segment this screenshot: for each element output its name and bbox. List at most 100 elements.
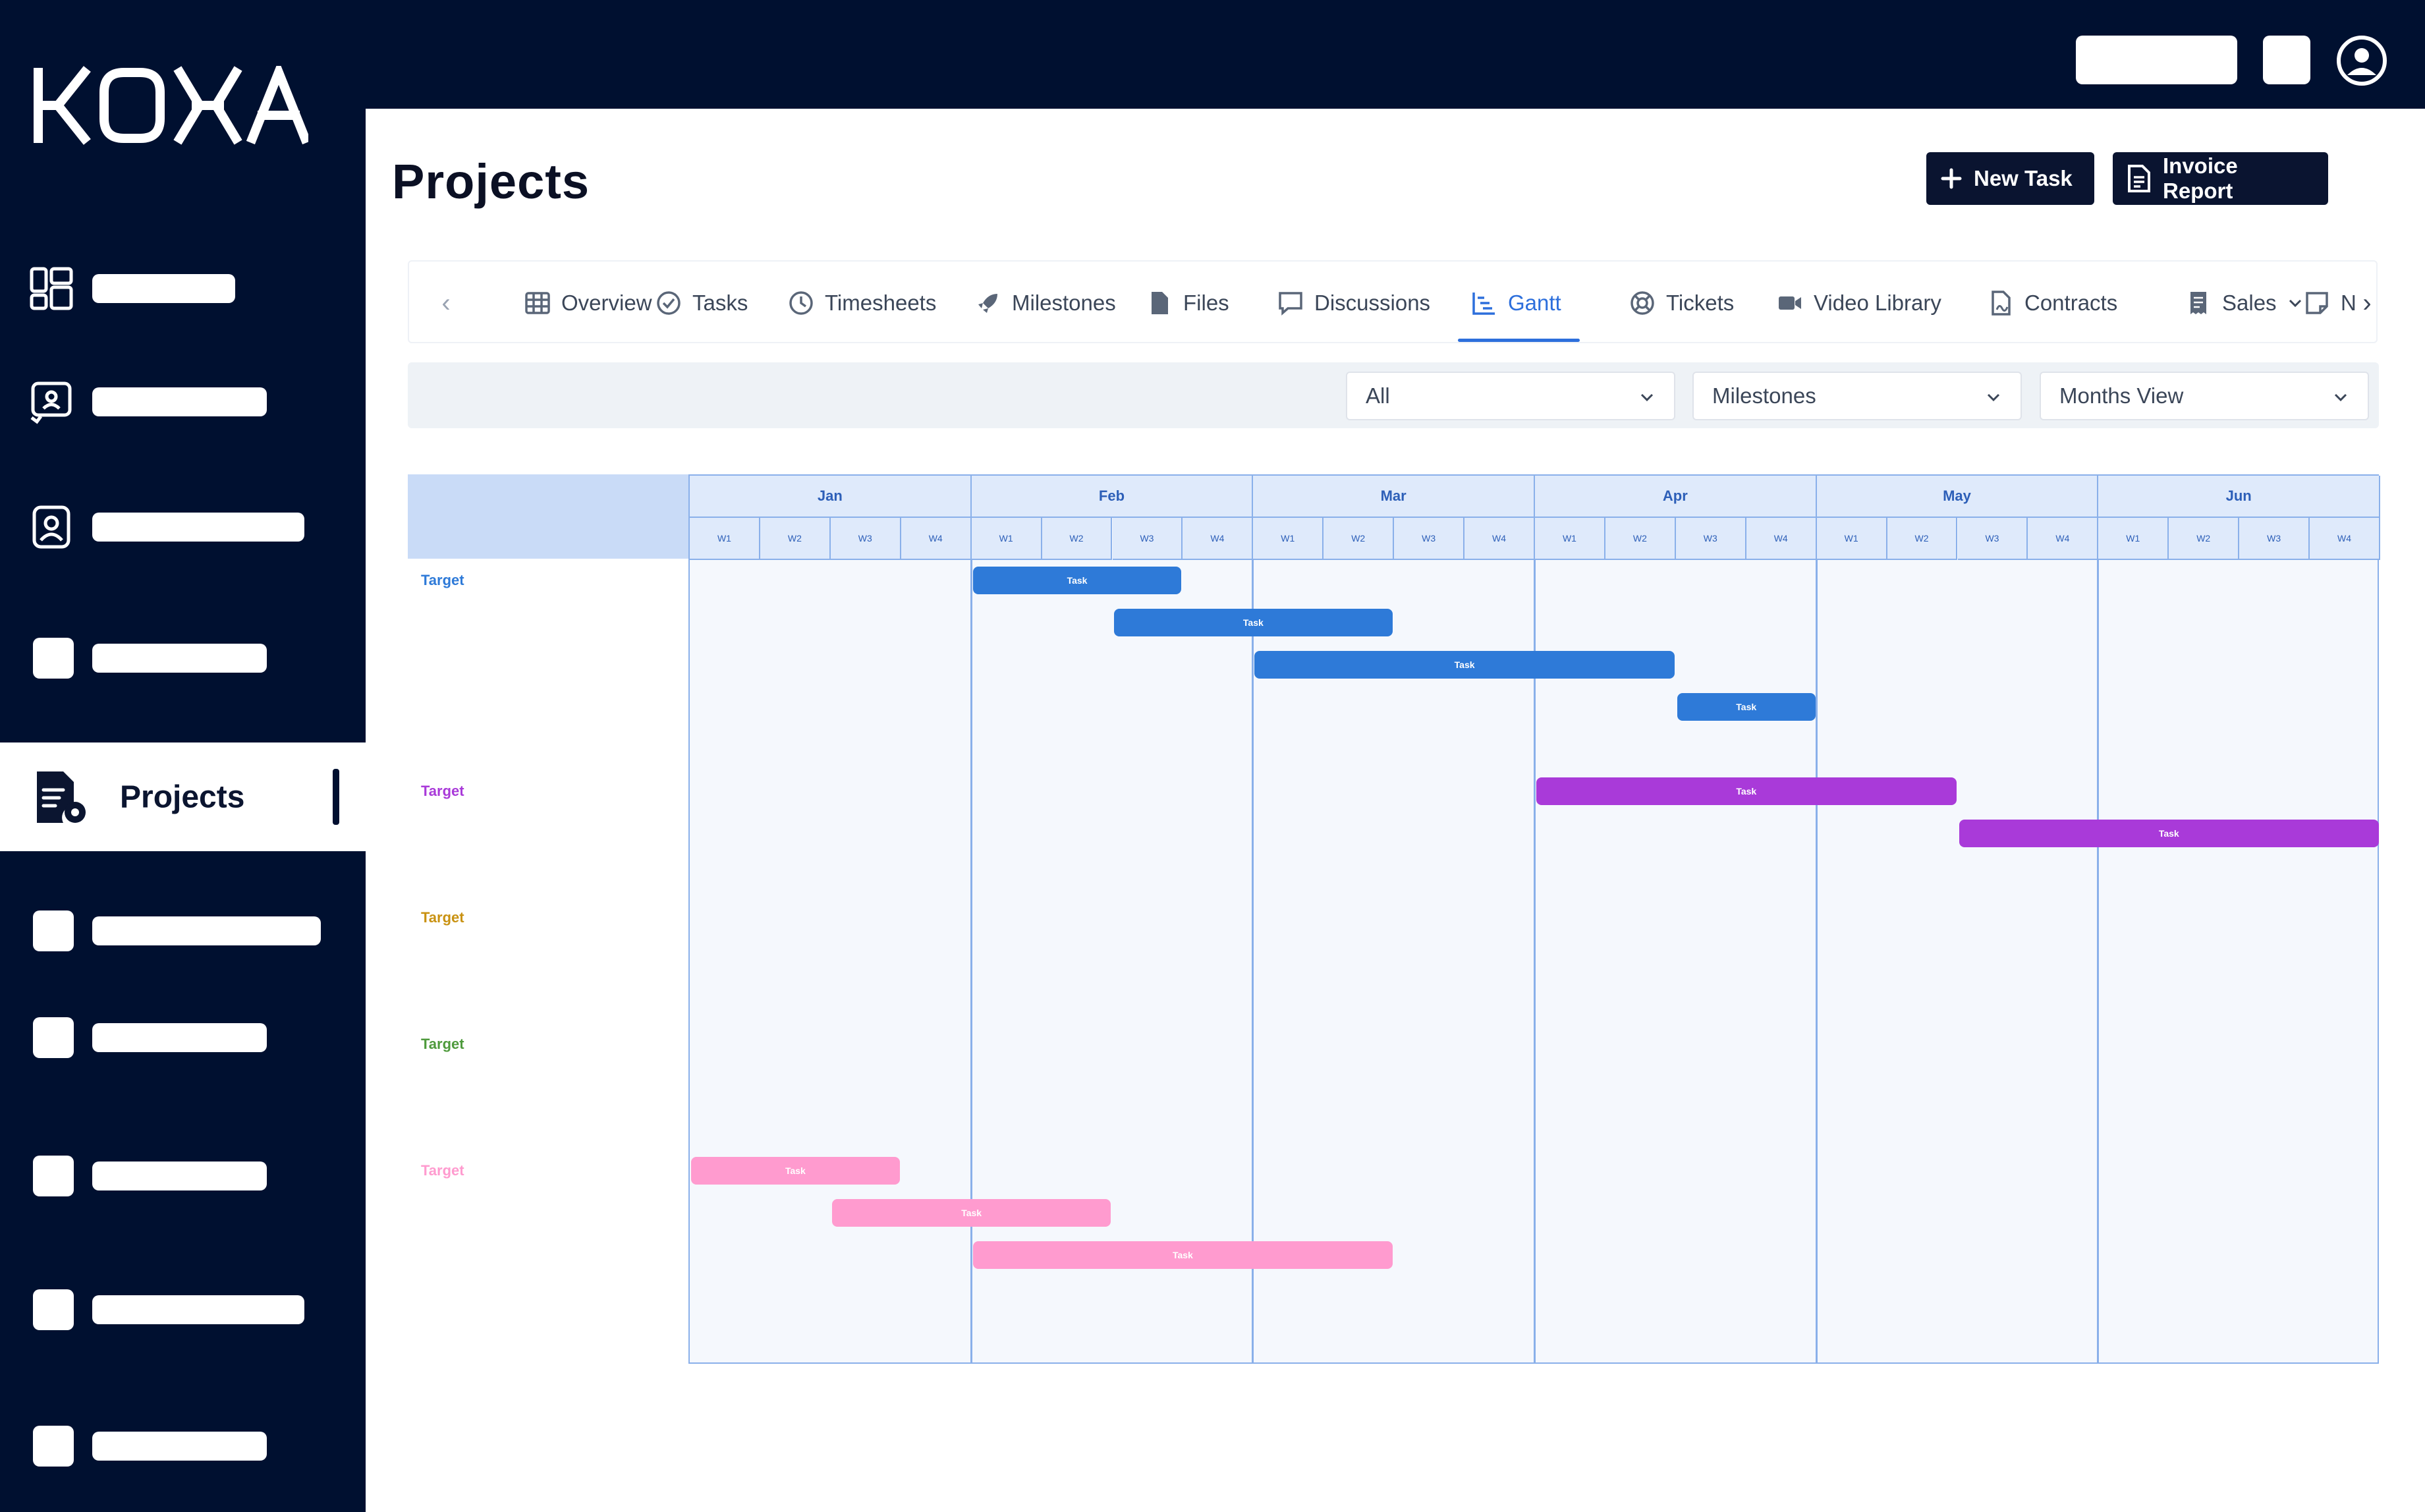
lifebuoy-icon <box>1631 291 1654 315</box>
tab-timesheets[interactable]: Timesheets <box>788 262 936 345</box>
gantt-week-header: W4 <box>901 518 972 560</box>
top-action-placeholder[interactable] <box>2076 36 2237 84</box>
tab-label: Tasks <box>692 291 748 315</box>
tab-milestones[interactable]: Milestones <box>975 262 1116 345</box>
sidebar-item-label-placeholder <box>92 916 321 945</box>
invoice-report-button[interactable]: Invoice Report <box>2113 152 2328 205</box>
gantt-month-header: May <box>1816 476 2099 518</box>
sidebar-item-label: Projects <box>120 779 245 814</box>
tab-tickets[interactable]: Tickets <box>1629 262 1734 345</box>
gantt-week-header: W3 <box>1394 518 1465 560</box>
top-square-button[interactable] <box>2263 36 2310 84</box>
top-bar <box>366 0 2425 109</box>
tabs-scroll-left-icon[interactable]: ‹ <box>433 287 459 320</box>
gantt-week-header: W2 <box>2169 518 2240 560</box>
sidebar-item-users-sync[interactable] <box>0 352 366 451</box>
tab-notes[interactable]: N <box>2304 262 2356 345</box>
sidebar-item-icon-placeholder <box>33 910 74 951</box>
sidebar-item-icon-placeholder <box>33 1156 74 1196</box>
file-icon <box>1152 292 1168 314</box>
gantt-week-header: W3 <box>1957 518 2028 560</box>
project-document-gear-icon <box>37 771 86 823</box>
tab-label: Milestones <box>1012 291 1116 315</box>
document-icon <box>2128 165 2150 192</box>
tab-files[interactable]: Files <box>1146 262 1229 345</box>
dashboard-grid-icon <box>30 267 73 310</box>
tab-video-library[interactable]: Video Library <box>1777 262 1941 345</box>
gantt-group-label: Target <box>421 1036 464 1052</box>
sidebar-item-generic[interactable] <box>0 882 366 980</box>
gantt-week-header: W4 <box>2310 518 2380 560</box>
gantt-week-header: W1 <box>690 518 760 560</box>
sidebar-item-label-placeholder <box>92 1295 304 1324</box>
gantt-month-divider <box>1815 560 1818 1362</box>
gantt-task-bar[interactable]: Task <box>972 567 1182 594</box>
gantt-week-header: W3 <box>2239 518 2310 560</box>
tab-label: Timesheets <box>825 291 937 315</box>
gantt-task-bar[interactable]: Task <box>1113 609 1393 636</box>
sidebar-item-generic[interactable] <box>0 1127 366 1225</box>
chevron-down-icon <box>2334 393 2347 402</box>
gantt-week-header: W2 <box>1042 518 1113 560</box>
scope-select[interactable]: All <box>1346 372 1675 420</box>
tabs-scroll-right-icon[interactable]: › <box>2354 287 2380 320</box>
active-indicator <box>333 769 339 825</box>
tab-discussions[interactable]: Discussions <box>1277 262 1430 345</box>
gantt-week-header: W2 <box>1887 518 1958 560</box>
view-select[interactable]: Months View <box>2040 372 2369 420</box>
sidebar-item-label-placeholder <box>92 513 304 542</box>
user-sync-icon <box>30 381 72 424</box>
gantt-week-header: W4 <box>1746 518 1817 560</box>
gantt-week-header: W4 <box>1183 518 1254 560</box>
sidebar-item-label-placeholder <box>92 1023 267 1052</box>
tab-contracts[interactable]: Contracts <box>1988 262 2117 345</box>
gantt-chart-icon <box>1472 293 1495 315</box>
sidebar-item-generic[interactable] <box>0 988 366 1087</box>
video-icon <box>1779 296 1801 310</box>
sidebar-item-icon-placeholder <box>33 1017 74 1058</box>
tab-tasks[interactable]: Tasks <box>655 262 748 345</box>
gantt-week-header: W1 <box>2098 518 2169 560</box>
gantt-group-label: Target <box>421 1162 464 1179</box>
gantt-week-header: W4 <box>2028 518 2099 560</box>
gantt-task-bar[interactable]: Task <box>972 1241 1393 1269</box>
gantt-task-bar[interactable]: Task <box>1254 651 1675 679</box>
type-select[interactable]: Milestones <box>1692 372 2022 420</box>
sidebar-item-contacts[interactable] <box>0 478 366 576</box>
sidebar-item-generic[interactable] <box>0 1397 366 1496</box>
sidebar-item-generic[interactable] <box>0 1260 366 1359</box>
gantt-week-header: W1 <box>1816 518 1887 560</box>
gantt-task-bar[interactable]: Task <box>1536 777 1957 805</box>
sidebar-item-icon-placeholder <box>33 1289 74 1330</box>
sidebar-item-dashboard[interactable] <box>0 239 366 338</box>
tab-label: Tickets <box>1666 291 1735 315</box>
gantt-group-label: Target <box>421 783 464 799</box>
sidebar-item-label-placeholder <box>92 387 267 416</box>
sidebar-item-projects[interactable]: Projects <box>0 742 366 851</box>
gantt-task-bar[interactable]: Task <box>1677 693 1816 721</box>
tab-label: Files <box>1183 291 1229 315</box>
gantt-month-header: Jun <box>2098 476 2380 518</box>
tab-gantt[interactable]: Gantt <box>1458 262 1580 345</box>
gantt-task-bar[interactable]: Task <box>831 1199 1111 1227</box>
gantt-week-header: W3 <box>1675 518 1746 560</box>
note-icon <box>2306 292 2328 314</box>
gantt-month-divider <box>970 560 972 1362</box>
new-task-button[interactable]: New Task <box>1926 152 2094 205</box>
tab-sales[interactable]: Sales <box>2185 262 2303 345</box>
sidebar-item-generic[interactable] <box>0 609 366 708</box>
gantt-week-header: W1 <box>1535 518 1605 560</box>
new-task-label: New Task <box>1974 166 2073 190</box>
view-select-value: Months View <box>2059 383 2184 408</box>
sidebar-item-label-placeholder <box>92 1162 267 1190</box>
gantt-month-header: Jan <box>690 476 972 518</box>
gantt-task-bar[interactable]: Task <box>691 1157 900 1185</box>
gantt-month-divider <box>2097 560 2100 1362</box>
rocket-icon <box>978 294 997 313</box>
sidebar: Projects <box>0 0 366 1512</box>
tab-overview[interactable]: Overview <box>524 262 652 345</box>
gantt-task-bar[interactable]: Task <box>1959 820 2379 847</box>
sidebar-item-label-placeholder <box>92 1432 267 1461</box>
user-avatar-icon[interactable] <box>2335 34 2388 87</box>
gantt-group-label: Target <box>421 909 464 926</box>
